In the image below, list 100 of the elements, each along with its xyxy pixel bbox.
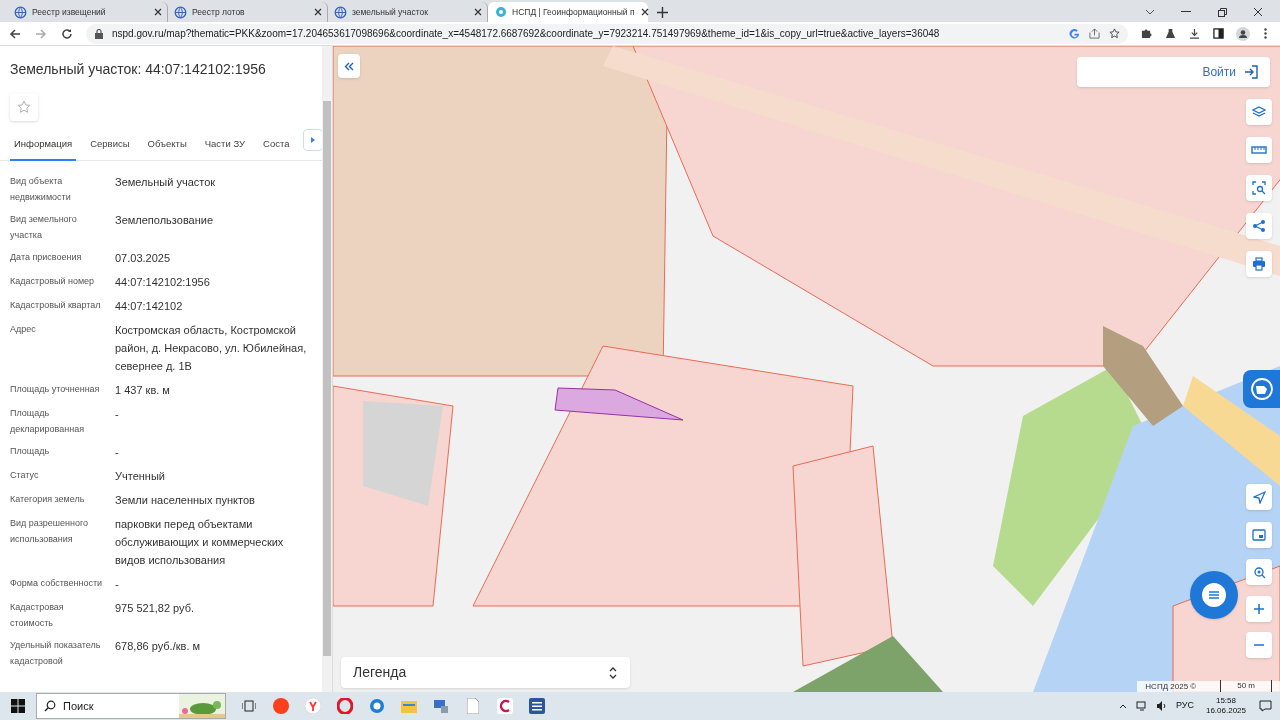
address-bar[interactable]: nspd.gov.ru/map?thematic=PKK&zoom=17.204653617098696&coordinate_x=4548172.6687692&coordinate_y=7923214.751497969&theme_id=1&is_copy_url=true&active_layers=36048 [86,23,1128,44]
globe-icon [334,5,347,19]
panel-tab[interactable]: Части ЗУ [200,135,250,161]
star-icon [17,100,31,114]
tab-title: Реестр лотов [192,5,246,19]
area-search-icon [1252,181,1266,195]
field-label: Статус [10,469,40,482]
reload-icon[interactable] [60,26,74,41]
close-icon[interactable] [473,7,483,17]
side-widget-button[interactable] [1243,370,1280,408]
layers-button[interactable] [1246,99,1272,125]
site-icon [494,5,507,19]
chevron-up-down-icon [608,665,618,680]
app-icon[interactable] [494,695,516,717]
back-icon[interactable] [8,26,22,41]
ruler-button[interactable] [1246,137,1272,163]
globe-icon [174,5,187,19]
legend-dropdown[interactable]: Легенда [341,657,630,688]
panel-tab[interactable]: Объекты [143,135,191,161]
sign-in-icon [1244,65,1258,79]
field-label: Категория земель [10,493,86,506]
flask-icon[interactable] [1164,27,1176,40]
scroll-tabs-button[interactable] [303,129,322,151]
field-value: 07.03.2025 [115,251,172,266]
share-icon[interactable] [1088,27,1100,40]
globe-icon [14,5,27,19]
puzzle-icon[interactable] [1140,27,1152,40]
close-icon[interactable] [639,7,650,17]
round-emblem-icon [1249,377,1274,401]
attribution: НСПД 2025 © [1145,680,1197,692]
tab-title: НСПД | Геоинформационный п [512,5,635,19]
field-label: Площадь уточненная [10,383,101,396]
field-label: Форма собственности [10,577,104,590]
field-label: Вид земельного участка [10,213,78,242]
navigate-button[interactable] [1246,484,1272,510]
opera-icon[interactable] [334,695,356,717]
zoom-out-button[interactable] [1246,632,1272,658]
word-icon[interactable] [526,695,548,717]
area-search-button[interactable] [1246,175,1272,201]
browser-icon[interactable] [302,695,324,717]
field-label: Вид объекта недвижимости [10,175,72,204]
caret-right-icon [311,136,316,144]
clock-time: 15:58 [1215,696,1236,706]
download-icon[interactable] [1188,27,1200,40]
field-value: 1 437 кв. м [115,383,171,398]
close-icon[interactable] [1252,6,1264,18]
ruler-icon [1251,145,1267,155]
notification-icon[interactable] [1258,699,1272,713]
star-icon[interactable] [1108,27,1120,40]
layers-icon [1252,105,1266,119]
field-value: 975 521,82 руб. [115,601,196,616]
panel-tab[interactable]: Сервисы [86,135,134,161]
clock-date: 16.06.2025 [1205,706,1246,716]
collapse-panel-button[interactable] [338,54,360,78]
share-icon [1252,219,1266,233]
field-label: Кадастровая стоимость [10,601,65,630]
field-value: Земельный участок [115,175,217,190]
field-value: 678,86 руб./кв. м [115,639,202,654]
side-panel-icon[interactable] [1212,27,1224,40]
field-label: Удельный показатель кадастровой [10,639,102,668]
share-button[interactable] [1246,213,1272,239]
restore-icon[interactable] [1216,6,1228,18]
print-icon [1252,257,1266,271]
field-value: 44:07:142102:1956 [115,275,211,290]
network-icon[interactable] [1135,700,1148,712]
browser-tab[interactable]: НСПД | Геоинформационный п [488,2,648,22]
panel-tab[interactable]: Соста [259,135,294,161]
lock-icon [94,28,104,39]
field-value: Костромская область, Костромской район, д. Некрасово, ул. Юбилейная, севернее д. 1В [115,323,308,374]
google-icon[interactable] [1068,27,1080,40]
field-value: Земли населенных пунктов [115,493,256,508]
print-button[interactable] [1246,251,1272,277]
field-label: Вид разрешенного использования [10,517,90,546]
chat-icon [1201,582,1227,608]
minimap-icon [1252,529,1266,541]
field-value: Землепользование [115,213,215,228]
navigate-icon [1252,490,1266,504]
double-chevron-left-icon [344,61,354,71]
field-value: - [115,407,120,422]
field-label: Кадастровый номер [10,275,96,288]
close-icon[interactable] [313,7,323,17]
login-button[interactable]: Войти [1077,57,1270,87]
minimap-button[interactable] [1246,522,1272,548]
browser-icon[interactable] [270,695,292,717]
zoom-in-button[interactable] [1246,596,1272,622]
language-indicator[interactable]: РУС [1175,699,1194,713]
tab-title: Реестр извещений [32,5,107,19]
volume-icon[interactable] [1155,700,1168,712]
field-value: парковки перед объектами обслуживающих и коммерческих видов использования [115,517,285,568]
avatar-icon[interactable] [1236,26,1250,41]
field-label: Площадь декларированная [10,407,86,436]
field-value: - [115,445,120,460]
location-search-icon [1252,565,1266,579]
scrollbar[interactable] [322,46,332,692]
close-icon[interactable] [153,7,163,17]
menu-icon[interactable] [1262,27,1268,40]
location-search-button[interactable] [1246,559,1272,585]
field-label: Дата присвоения [10,251,83,264]
field-value: Учтенный [115,469,166,484]
panel-tab[interactable]: Информация [10,135,77,161]
